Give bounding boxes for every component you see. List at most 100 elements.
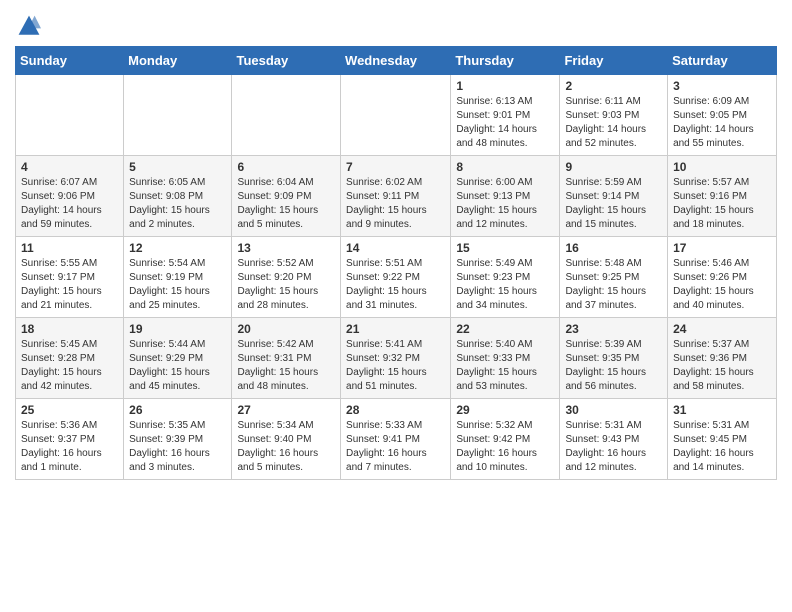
day-number: 7 <box>346 160 445 174</box>
day-number: 20 <box>237 322 335 336</box>
day-number: 22 <box>456 322 554 336</box>
col-header-tuesday: Tuesday <box>232 47 341 75</box>
calendar-cell: 25 Sunrise: 5:36 AM Sunset: 9:37 PM Dayli… <box>16 399 124 480</box>
day-number: 30 <box>565 403 662 417</box>
day-info: Sunrise: 5:40 AM Sunset: 9:33 PM Dayligh… <box>456 338 554 394</box>
day-info: Sunrise: 5:35 AM Sunset: 9:39 PM Dayligh… <box>129 419 226 475</box>
day-info: Sunrise: 5:52 AM Sunset: 9:20 PM Dayligh… <box>237 257 335 313</box>
day-number: 3 <box>673 79 771 93</box>
day-number: 24 <box>673 322 771 336</box>
calendar-cell: 30 Sunrise: 5:31 AM Sunset: 9:43 PM Dayli… <box>560 399 668 480</box>
calendar-cell <box>16 75 124 156</box>
logo <box>15 14 41 38</box>
calendar-cell <box>341 75 451 156</box>
day-info: Sunrise: 5:33 AM Sunset: 9:41 PM Dayligh… <box>346 419 445 475</box>
calendar-week-4: 18 Sunrise: 5:45 AM Sunset: 9:28 PM Dayli… <box>16 318 777 399</box>
calendar-cell: 1 Sunrise: 6:13 AM Sunset: 9:01 PM Daylig… <box>451 75 560 156</box>
calendar-cell: 17Sunrise: 5:46 AM Sunset: 9:26 PM Dayli… <box>668 237 777 318</box>
calendar-cell: 11 Sunrise: 5:55 AM Sunset: 9:17 PM Dayli… <box>16 237 124 318</box>
day-info: Sunrise: 6:07 AM Sunset: 9:06 PM Dayligh… <box>21 176 118 232</box>
day-info: Sunrise: 5:36 AM Sunset: 9:37 PM Dayligh… <box>21 419 118 475</box>
calendar-cell: 27 Sunrise: 5:34 AM Sunset: 9:40 PM Dayli… <box>232 399 341 480</box>
day-number: 8 <box>456 160 554 174</box>
page-header <box>15 10 777 38</box>
day-info: Sunrise: 6:11 AM Sunset: 9:03 PM Dayligh… <box>565 95 662 151</box>
day-number: 1 <box>456 79 554 93</box>
day-info: Sunrise: 5:49 AM Sunset: 9:23 PM Dayligh… <box>456 257 554 313</box>
day-number: 23 <box>565 322 662 336</box>
calendar-cell: 5 Sunrise: 6:05 AM Sunset: 9:08 PM Daylig… <box>124 156 232 237</box>
day-info: Sunrise: 5:45 AM Sunset: 9:28 PM Dayligh… <box>21 338 118 394</box>
calendar-week-3: 11 Sunrise: 5:55 AM Sunset: 9:17 PM Dayli… <box>16 237 777 318</box>
calendar-cell: 12 Sunrise: 5:54 AM Sunset: 9:19 PM Dayli… <box>124 237 232 318</box>
calendar-cell: 10 Sunrise: 5:57 AM Sunset: 9:16 PM Dayli… <box>668 156 777 237</box>
day-info: Sunrise: 5:51 AM Sunset: 9:22 PM Dayligh… <box>346 257 445 313</box>
day-number: 25 <box>21 403 118 417</box>
calendar-cell <box>232 75 341 156</box>
calendar-cell <box>124 75 232 156</box>
day-info: Sunrise: 6:05 AM Sunset: 9:08 PM Dayligh… <box>129 176 226 232</box>
calendar-week-2: 4Sunrise: 6:07 AM Sunset: 9:06 PM Daylig… <box>16 156 777 237</box>
day-number: 13 <box>237 241 335 255</box>
col-header-saturday: Saturday <box>668 47 777 75</box>
day-number: 16 <box>565 241 662 255</box>
calendar-cell: 29 Sunrise: 5:32 AM Sunset: 9:42 PM Dayli… <box>451 399 560 480</box>
day-info: Sunrise: 5:34 AM Sunset: 9:40 PM Dayligh… <box>237 419 335 475</box>
calendar-cell: 8 Sunrise: 6:00 AM Sunset: 9:13 PM Daylig… <box>451 156 560 237</box>
day-number: 19 <box>129 322 226 336</box>
col-header-sunday: Sunday <box>16 47 124 75</box>
day-number: 10 <box>673 160 771 174</box>
calendar-cell: 19 Sunrise: 5:44 AM Sunset: 9:29 PM Dayli… <box>124 318 232 399</box>
day-number: 18 <box>21 322 118 336</box>
day-number: 5 <box>129 160 226 174</box>
day-number: 26 <box>129 403 226 417</box>
day-number: 28 <box>346 403 445 417</box>
calendar-cell: 9 Sunrise: 5:59 AM Sunset: 9:14 PM Daylig… <box>560 156 668 237</box>
day-number: 31 <box>673 403 771 417</box>
day-info: Sunrise: 5:59 AM Sunset: 9:14 PM Dayligh… <box>565 176 662 232</box>
day-info: Sunrise: 5:44 AM Sunset: 9:29 PM Dayligh… <box>129 338 226 394</box>
calendar-cell: 13 Sunrise: 5:52 AM Sunset: 9:20 PM Dayli… <box>232 237 341 318</box>
day-number: 21 <box>346 322 445 336</box>
calendar-table: SundayMondayTuesdayWednesdayThursdayFrid… <box>15 46 777 480</box>
day-info: Sunrise: 6:13 AM Sunset: 9:01 PM Dayligh… <box>456 95 554 151</box>
calendar-cell: 20 Sunrise: 5:42 AM Sunset: 9:31 PM Dayli… <box>232 318 341 399</box>
day-info: Sunrise: 6:04 AM Sunset: 9:09 PM Dayligh… <box>237 176 335 232</box>
day-info: Sunrise: 6:02 AM Sunset: 9:11 PM Dayligh… <box>346 176 445 232</box>
col-header-wednesday: Wednesday <box>341 47 451 75</box>
col-header-thursday: Thursday <box>451 47 560 75</box>
day-info: Sunrise: 5:41 AM Sunset: 9:32 PM Dayligh… <box>346 338 445 394</box>
day-info: Sunrise: 5:32 AM Sunset: 9:42 PM Dayligh… <box>456 419 554 475</box>
day-info: Sunrise: 5:31 AM Sunset: 9:45 PM Dayligh… <box>673 419 771 475</box>
day-number: 11 <box>21 241 118 255</box>
day-number: 12 <box>129 241 226 255</box>
day-number: 6 <box>237 160 335 174</box>
day-info: Sunrise: 6:00 AM Sunset: 9:13 PM Dayligh… <box>456 176 554 232</box>
day-number: 27 <box>237 403 335 417</box>
calendar-cell: 22 Sunrise: 5:40 AM Sunset: 9:33 PM Dayli… <box>451 318 560 399</box>
col-header-friday: Friday <box>560 47 668 75</box>
calendar-cell: 26 Sunrise: 5:35 AM Sunset: 9:39 PM Dayli… <box>124 399 232 480</box>
day-info: Sunrise: 5:31 AM Sunset: 9:43 PM Dayligh… <box>565 419 662 475</box>
calendar-cell: 23 Sunrise: 5:39 AM Sunset: 9:35 PM Dayli… <box>560 318 668 399</box>
day-info: Sunrise: 5:42 AM Sunset: 9:31 PM Dayligh… <box>237 338 335 394</box>
day-number: 2 <box>565 79 662 93</box>
day-number: 9 <box>565 160 662 174</box>
day-number: 29 <box>456 403 554 417</box>
calendar-cell: 28 Sunrise: 5:33 AM Sunset: 9:41 PM Dayli… <box>341 399 451 480</box>
calendar-cell: 18 Sunrise: 5:45 AM Sunset: 9:28 PM Dayli… <box>16 318 124 399</box>
day-info: Sunrise: 5:39 AM Sunset: 9:35 PM Dayligh… <box>565 338 662 394</box>
calendar-cell: 15 Sunrise: 5:49 AM Sunset: 9:23 PM Dayli… <box>451 237 560 318</box>
calendar-cell: 14Sunrise: 5:51 AM Sunset: 9:22 PM Dayli… <box>341 237 451 318</box>
day-info: Sunrise: 5:37 AM Sunset: 9:36 PM Dayligh… <box>673 338 771 394</box>
day-info: Sunrise: 5:48 AM Sunset: 9:25 PM Dayligh… <box>565 257 662 313</box>
logo-icon <box>17 14 41 38</box>
calendar-cell: 31 Sunrise: 5:31 AM Sunset: 9:45 PM Dayli… <box>668 399 777 480</box>
day-info: Sunrise: 5:55 AM Sunset: 9:17 PM Dayligh… <box>21 257 118 313</box>
day-info: Sunrise: 5:54 AM Sunset: 9:19 PM Dayligh… <box>129 257 226 313</box>
day-info: Sunrise: 5:57 AM Sunset: 9:16 PM Dayligh… <box>673 176 771 232</box>
calendar-cell: 2 Sunrise: 6:11 AM Sunset: 9:03 PM Daylig… <box>560 75 668 156</box>
day-number: 15 <box>456 241 554 255</box>
day-info: Sunrise: 6:09 AM Sunset: 9:05 PM Dayligh… <box>673 95 771 151</box>
calendar-week-1: 1 Sunrise: 6:13 AM Sunset: 9:01 PM Daylig… <box>16 75 777 156</box>
